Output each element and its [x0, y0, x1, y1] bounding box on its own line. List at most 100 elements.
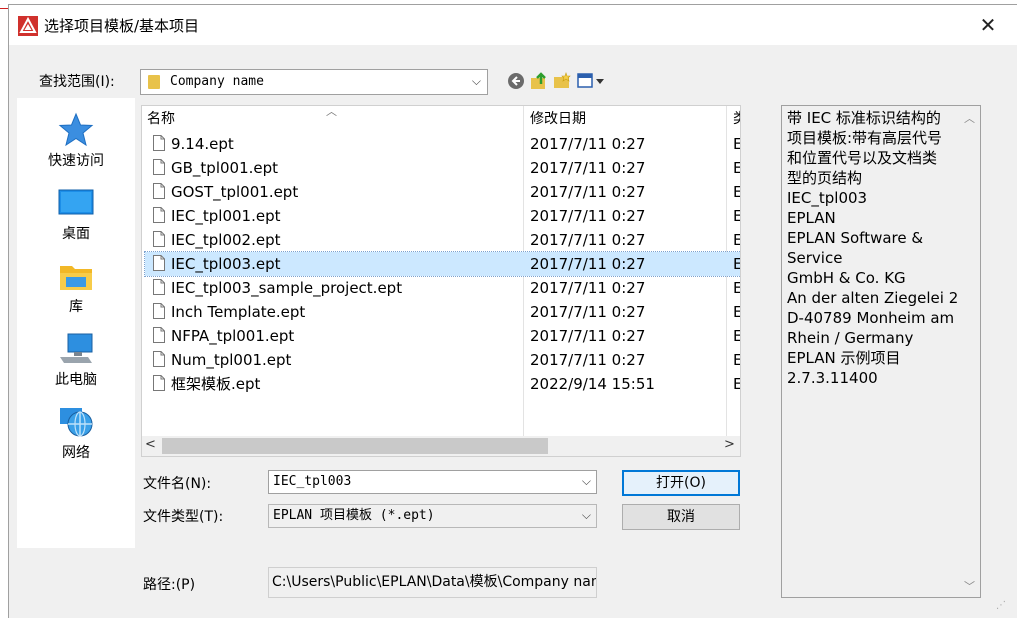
file-type-cell: E [733, 374, 740, 394]
view-menu-icon[interactable] [577, 72, 605, 90]
background-app-edge-left [0, 0, 8, 618]
close-icon: ✕ [979, 13, 997, 37]
file-icon [153, 255, 165, 271]
file-row[interactable]: 9.14.ept 2017/7/11 0:27 E [145, 132, 740, 156]
look-in-combobox[interactable]: Company name ⌵ [140, 69, 488, 95]
desktop-icon [58, 189, 94, 215]
look-in-value: Company name [170, 74, 264, 89]
place-label: 快速访问 [48, 153, 104, 169]
path-field[interactable]: C:\Users\Public\EPLAN\Data\模板\Company na… [268, 567, 597, 598]
resize-grip-icon[interactable]: ⋰ [996, 600, 1006, 611]
place-libraries[interactable]: 库 [17, 250, 135, 320]
description-line: IEC_tpl003 [787, 189, 868, 207]
file-type-cell: E [733, 302, 740, 322]
places-bar: 快速访问 桌面 库 此电脑 网络 [17, 98, 135, 548]
file-row[interactable]: Num_tpl001.ept 2017/7/11 0:27 E [145, 348, 740, 372]
file-icon [153, 279, 165, 295]
file-icon [153, 207, 165, 223]
description-text: 带 IEC 标准标识结构的 项目模板:带有高层代号 和位置代号以及文档类 型的页结构 I… [787, 108, 958, 388]
file-date-cell: 2017/7/11 0:27 [530, 135, 646, 153]
file-list[interactable]: ︿ 名称 修改日期 类 9.14.ept2017/7/11 0:27EGB_tp… [141, 105, 741, 457]
file-row[interactable]: IEC_tpl003_sample_project.ept 2017/7/11 0… [145, 276, 740, 300]
file-name-cell: Inch Template.ept [171, 303, 306, 321]
chevron-down-icon[interactable]: ⌵ [582, 508, 591, 523]
description-line: Rhein / Germany [787, 329, 914, 347]
file-date-cell: 2017/7/11 0:27 [530, 351, 646, 369]
file-name-cell: 9.14.ept [171, 135, 234, 153]
file-row[interactable]: NFPA_tpl001.ept 2017/7/11 0:27 E [145, 324, 740, 348]
description-line: 型的页结构 [787, 169, 863, 187]
path-value: C:\Users\Public\EPLAN\Data\模板\Company na… [272, 574, 597, 590]
file-name-cell: Num_tpl001.ept [171, 351, 292, 369]
close-button[interactable]: ✕ [964, 5, 1012, 45]
chevron-down-icon[interactable]: ⌵ [582, 474, 591, 489]
file-date-cell: 2017/7/11 0:27 [530, 159, 646, 177]
path-label: 路径:(P) [143, 577, 196, 593]
scroll-up-icon[interactable]: ︿ [964, 110, 975, 126]
file-name-cell: IEC_tpl003.ept [171, 255, 281, 273]
description-line: 和位置代号以及文档类 [787, 149, 938, 167]
file-row[interactable]: IEC_tpl002.ept 2017/7/11 0:27 E [145, 228, 740, 252]
column-header-type[interactable]: 类 [733, 109, 740, 129]
file-row[interactable]: GB_tpl001.ept 2017/7/11 0:27 E [145, 156, 740, 180]
eplan-logo-icon [18, 16, 38, 36]
file-date-cell: 2017/7/11 0:27 [530, 279, 646, 297]
file-row[interactable]: IEC_tpl003.ept 2017/7/11 0:27 E [144, 251, 740, 277]
template-description-pane[interactable]: 带 IEC 标准标识结构的 项目模板:带有高层代号 和位置代号以及文档类 型的页结构 I… [781, 105, 981, 598]
file-type-label: 文件类型(T): [143, 509, 224, 525]
file-type-cell: E [733, 158, 740, 178]
horizontal-scrollbar[interactable]: < > [142, 436, 740, 456]
cancel-button[interactable]: 取消 [622, 504, 740, 530]
file-icon [153, 351, 165, 367]
description-line: 2.7.3.11400 [787, 369, 878, 387]
file-date-cell: 2017/7/11 0:27 [530, 231, 646, 249]
file-name-cell: IEC_tpl001.ept [171, 207, 281, 225]
place-label: 桌面 [62, 226, 90, 242]
new-folder-icon[interactable] [553, 72, 571, 90]
file-type-cell: E [733, 182, 740, 202]
computer-icon [60, 333, 93, 363]
column-header-name[interactable]: 名称 [147, 109, 175, 129]
column-header-date[interactable]: 修改日期 [530, 109, 586, 129]
file-icon [153, 135, 165, 151]
place-network[interactable]: 网络 [17, 396, 135, 466]
file-type-select[interactable]: EPLAN 项目模板 (*.ept) ⌵ [268, 504, 597, 528]
description-line: EPLAN [787, 209, 836, 227]
file-name-value: IEC_tpl003 [273, 474, 352, 489]
file-name-cell: 框架模板.ept [171, 375, 261, 393]
description-line: EPLAN 示例项目 [787, 349, 901, 367]
description-line: 项目模板:带有高层代号 [787, 129, 943, 147]
up-folder-icon[interactable] [530, 72, 548, 90]
open-button[interactable]: 打开(O) [622, 470, 740, 496]
description-line: Service [787, 249, 843, 267]
scroll-down-icon[interactable]: ﹀ [964, 578, 975, 594]
scroll-left-icon[interactable]: < [145, 437, 156, 452]
file-type-cell: E [733, 134, 740, 154]
chevron-down-icon[interactable]: ⌵ [472, 74, 481, 89]
file-row[interactable]: Inch Template.ept 2017/7/11 0:27 E [145, 300, 740, 324]
file-type-cell: E [733, 350, 740, 370]
file-name-cell: GOST_tpl001.ept [171, 183, 299, 201]
folder-icon [148, 75, 160, 89]
file-row[interactable]: GOST_tpl001.ept 2017/7/11 0:27 E [145, 180, 740, 204]
file-type-value: EPLAN 项目模板 (*.ept) [273, 508, 435, 523]
place-this-pc[interactable]: 此电脑 [17, 323, 135, 393]
file-row[interactable]: IEC_tpl001.ept 2017/7/11 0:27 E [145, 204, 740, 228]
dialog-title: 选择项目模板/基本项目 [44, 17, 200, 35]
scrollbar-thumb[interactable] [162, 438, 548, 454]
place-desktop[interactable]: 桌面 [17, 177, 135, 247]
file-date-cell: 2022/9/14 15:51 [530, 375, 655, 393]
file-date-cell: 2017/7/11 0:27 [530, 183, 646, 201]
file-icon [153, 375, 165, 391]
back-icon[interactable] [507, 72, 525, 90]
file-name-input[interactable]: IEC_tpl003 ⌵ [268, 470, 597, 494]
place-quick-access[interactable]: 快速访问 [17, 104, 135, 174]
file-name-cell: NFPA_tpl001.ept [171, 327, 295, 345]
description-line: EPLAN Software & [787, 229, 924, 247]
scroll-right-icon[interactable]: > [724, 437, 735, 452]
file-row[interactable]: 框架模板.ept 2022/9/14 15:51 E [145, 372, 740, 396]
file-type-cell: E [733, 278, 740, 298]
file-icon [153, 303, 165, 319]
file-name-cell: GB_tpl001.ept [171, 159, 279, 177]
place-label: 库 [69, 299, 83, 315]
